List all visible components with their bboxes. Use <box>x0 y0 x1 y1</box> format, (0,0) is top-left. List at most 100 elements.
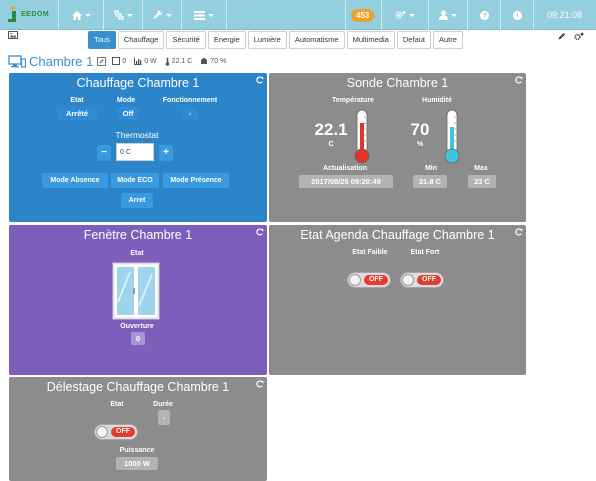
category-defaut[interactable]: Defaut <box>396 31 431 49</box>
ouverture-value: 0 <box>131 332 145 345</box>
category-autre[interactable]: Autre <box>432 31 463 49</box>
category-chauffage[interactable]: Chauffage <box>117 31 165 49</box>
object-name[interactable]: Chambre 1 <box>29 54 93 69</box>
summary-temperature: 22.1 C <box>171 57 193 65</box>
fonctionnement-label: Fonctionnement <box>162 97 218 104</box>
nav-separator <box>345 0 346 30</box>
etat-faible-label: Etat Faible <box>352 249 388 256</box>
refresh-icon[interactable] <box>256 380 264 388</box>
nav-config-menu[interactable] <box>382 0 428 30</box>
etat-label: Etat <box>110 401 124 408</box>
etat-label: Etat <box>130 250 144 257</box>
monitor-icon <box>8 54 26 68</box>
category-multimedia[interactable]: Multimedia <box>346 31 395 49</box>
widget-sonde: Sonde Chambre 1 Température 22.1 C Humid… <box>269 73 526 222</box>
refresh-icon[interactable] <box>515 228 523 236</box>
mode-eco-button[interactable]: Mode ECO <box>111 173 159 188</box>
temperature-value: 22.1 <box>314 120 348 139</box>
thermostat-minus-button[interactable]: − <box>97 145 111 161</box>
clock: 09:21:08 <box>546 10 583 20</box>
svg-text:!: ! <box>516 13 518 20</box>
category-energie[interactable]: Energie <box>207 31 246 49</box>
widget-title[interactable]: Sonde Chambre 1 <box>269 76 526 90</box>
object-summary: 0 0 W 22.1 C 70 % <box>112 57 226 66</box>
gears-icon <box>395 11 406 19</box>
delestage-etat-toggle[interactable]: OFF <box>94 424 138 440</box>
widget-delestage: Délestage Chauffage Chambre 1 Etat Durée… <box>9 377 267 481</box>
category-automatisme[interactable]: Automatisme <box>288 31 345 49</box>
summary-lights: 0 <box>122 57 127 65</box>
thermostat-label: Thermostat <box>115 130 159 140</box>
nav-tools-menu[interactable] <box>143 0 181 30</box>
summary-humidity: 70 % <box>210 57 227 65</box>
max-value: 23 C <box>468 175 496 188</box>
temperature-label: Température <box>332 97 374 104</box>
object-header: Chambre 1 0 0 W 22.1 C 70 % <box>8 53 226 69</box>
window-closed-icon <box>112 262 160 320</box>
fonctionnement-value: - <box>183 107 197 120</box>
actualisation-label: Actualisation <box>323 165 367 172</box>
etat-fort-toggle[interactable]: OFF <box>400 272 444 288</box>
nav-help-button[interactable]: ? <box>468 0 500 30</box>
puissance-label: Puissance <box>119 447 155 454</box>
humidity-icon <box>201 57 208 64</box>
light-icon <box>112 57 121 65</box>
edit-object-icon[interactable] <box>97 56 107 66</box>
analysis-icon <box>113 10 124 20</box>
picture-icon[interactable] <box>8 31 18 39</box>
widget-fenetre: Fenètre Chambre 1 Etat Ouverture 0 <box>9 225 267 375</box>
logo-mark-icon <box>8 6 16 22</box>
thermostat-input[interactable]: 0 C <box>116 143 154 161</box>
home-icon <box>71 10 82 20</box>
widget-title[interactable]: Etat Agenda Chauffage Chambre 1 <box>269 228 526 242</box>
refresh-icon[interactable] <box>256 228 264 236</box>
nav-plugins-menu[interactable] <box>182 0 226 30</box>
toggle-knob <box>402 274 414 286</box>
actualisation-value: 2017/08/25 09:20:49 <box>299 175 393 188</box>
chevron-down-icon <box>208 13 214 17</box>
widget-title[interactable]: Délestage Chauffage Chambre 1 <box>9 380 267 394</box>
category-tous[interactable]: Tous <box>88 31 116 49</box>
refresh-icon[interactable] <box>515 76 523 84</box>
etat-value: Arrêté <box>57 107 97 120</box>
info-icon: ! <box>512 10 522 20</box>
nav-info-button[interactable]: ! <box>501 0 533 30</box>
power-chart-icon <box>134 57 142 65</box>
nav-analysis-menu[interactable] <box>104 0 142 30</box>
mode-label: Mode <box>116 97 136 104</box>
mode-value: Off <box>117 107 139 120</box>
arret-button[interactable]: Arret <box>121 193 153 208</box>
min-label: Min <box>424 165 438 172</box>
refresh-icon[interactable] <box>256 76 264 84</box>
messages-badge[interactable]: 453 <box>351 9 375 22</box>
top-navbar: EEDOM 453 ? ! 09:21:08 <box>0 0 596 30</box>
thermometer-icon <box>165 57 169 66</box>
nav-user-menu[interactable] <box>429 0 467 30</box>
thermostat-plus-button[interactable]: + <box>159 145 173 161</box>
toggle-state: OFF <box>417 275 441 285</box>
mode-presence-button[interactable]: Mode Présence <box>163 173 229 188</box>
category-lumiere[interactable]: Lumière <box>247 31 287 49</box>
toggle-state: OFF <box>111 427 135 437</box>
tasks-icon <box>194 10 205 20</box>
widget-title[interactable]: Fenètre Chambre 1 <box>9 228 267 242</box>
chevron-down-icon <box>165 13 172 17</box>
pencil-icon[interactable] <box>558 32 566 40</box>
widget-title[interactable]: Chauffage Chambre 1 <box>9 76 267 90</box>
etat-label: Etat <box>70 97 84 104</box>
toggle-state: OFF <box>364 275 388 285</box>
wrench-icon <box>153 10 162 19</box>
mode-absence-button[interactable]: Mode Absence <box>42 173 108 188</box>
hygrometer-cyan-icon <box>444 109 460 164</box>
nav-home-menu[interactable] <box>59 0 103 30</box>
widget-chauffage: Chauffage Chambre 1 Etat Arrêté Mode Off… <box>9 73 267 222</box>
chevron-down-icon <box>451 13 457 17</box>
chevron-down-icon <box>409 13 415 17</box>
min-value: 21.8 C <box>413 175 447 188</box>
jeedom-logo[interactable]: EEDOM <box>6 4 58 26</box>
svg-text:?: ? <box>482 13 486 20</box>
etat-faible-toggle[interactable]: OFF <box>347 272 391 288</box>
settings-icon[interactable] <box>574 32 584 41</box>
category-securite[interactable]: Sécurité <box>166 31 206 49</box>
humidity-value: 70 <box>410 120 430 139</box>
